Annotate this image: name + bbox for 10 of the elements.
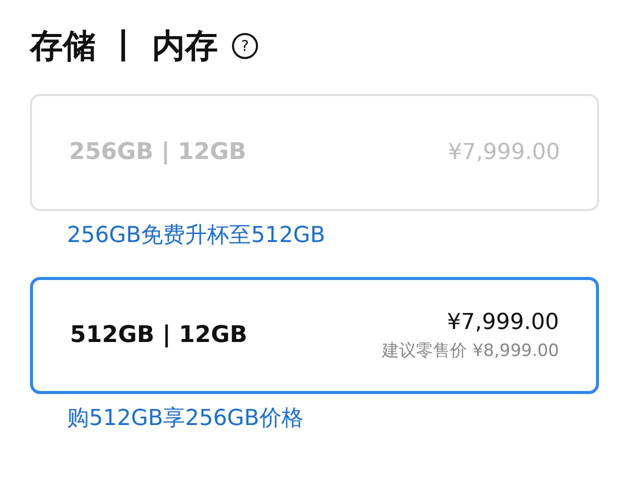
help-icon[interactable]: ? [232,32,258,59]
section-title: 存储 丨 内存 [30,26,218,66]
option-price: ¥7,999.00 [448,138,560,167]
option-price: ¥7,999.00 [447,309,559,338]
option-label: 256GB | 12GB [69,138,246,167]
list-price: 建议零售价 ¥8,999.00 [382,340,559,364]
promo-text: 256GB免费升杯至512GB [67,222,326,249]
option-label: 512GB | 12GB [70,321,248,350]
storage-option[interactable]: 512GB | 12GB ¥7,999.00 建议零售价 ¥8,999.00 [30,276,599,394]
promo-text: 购512GB享256GB价格 [67,406,304,432]
